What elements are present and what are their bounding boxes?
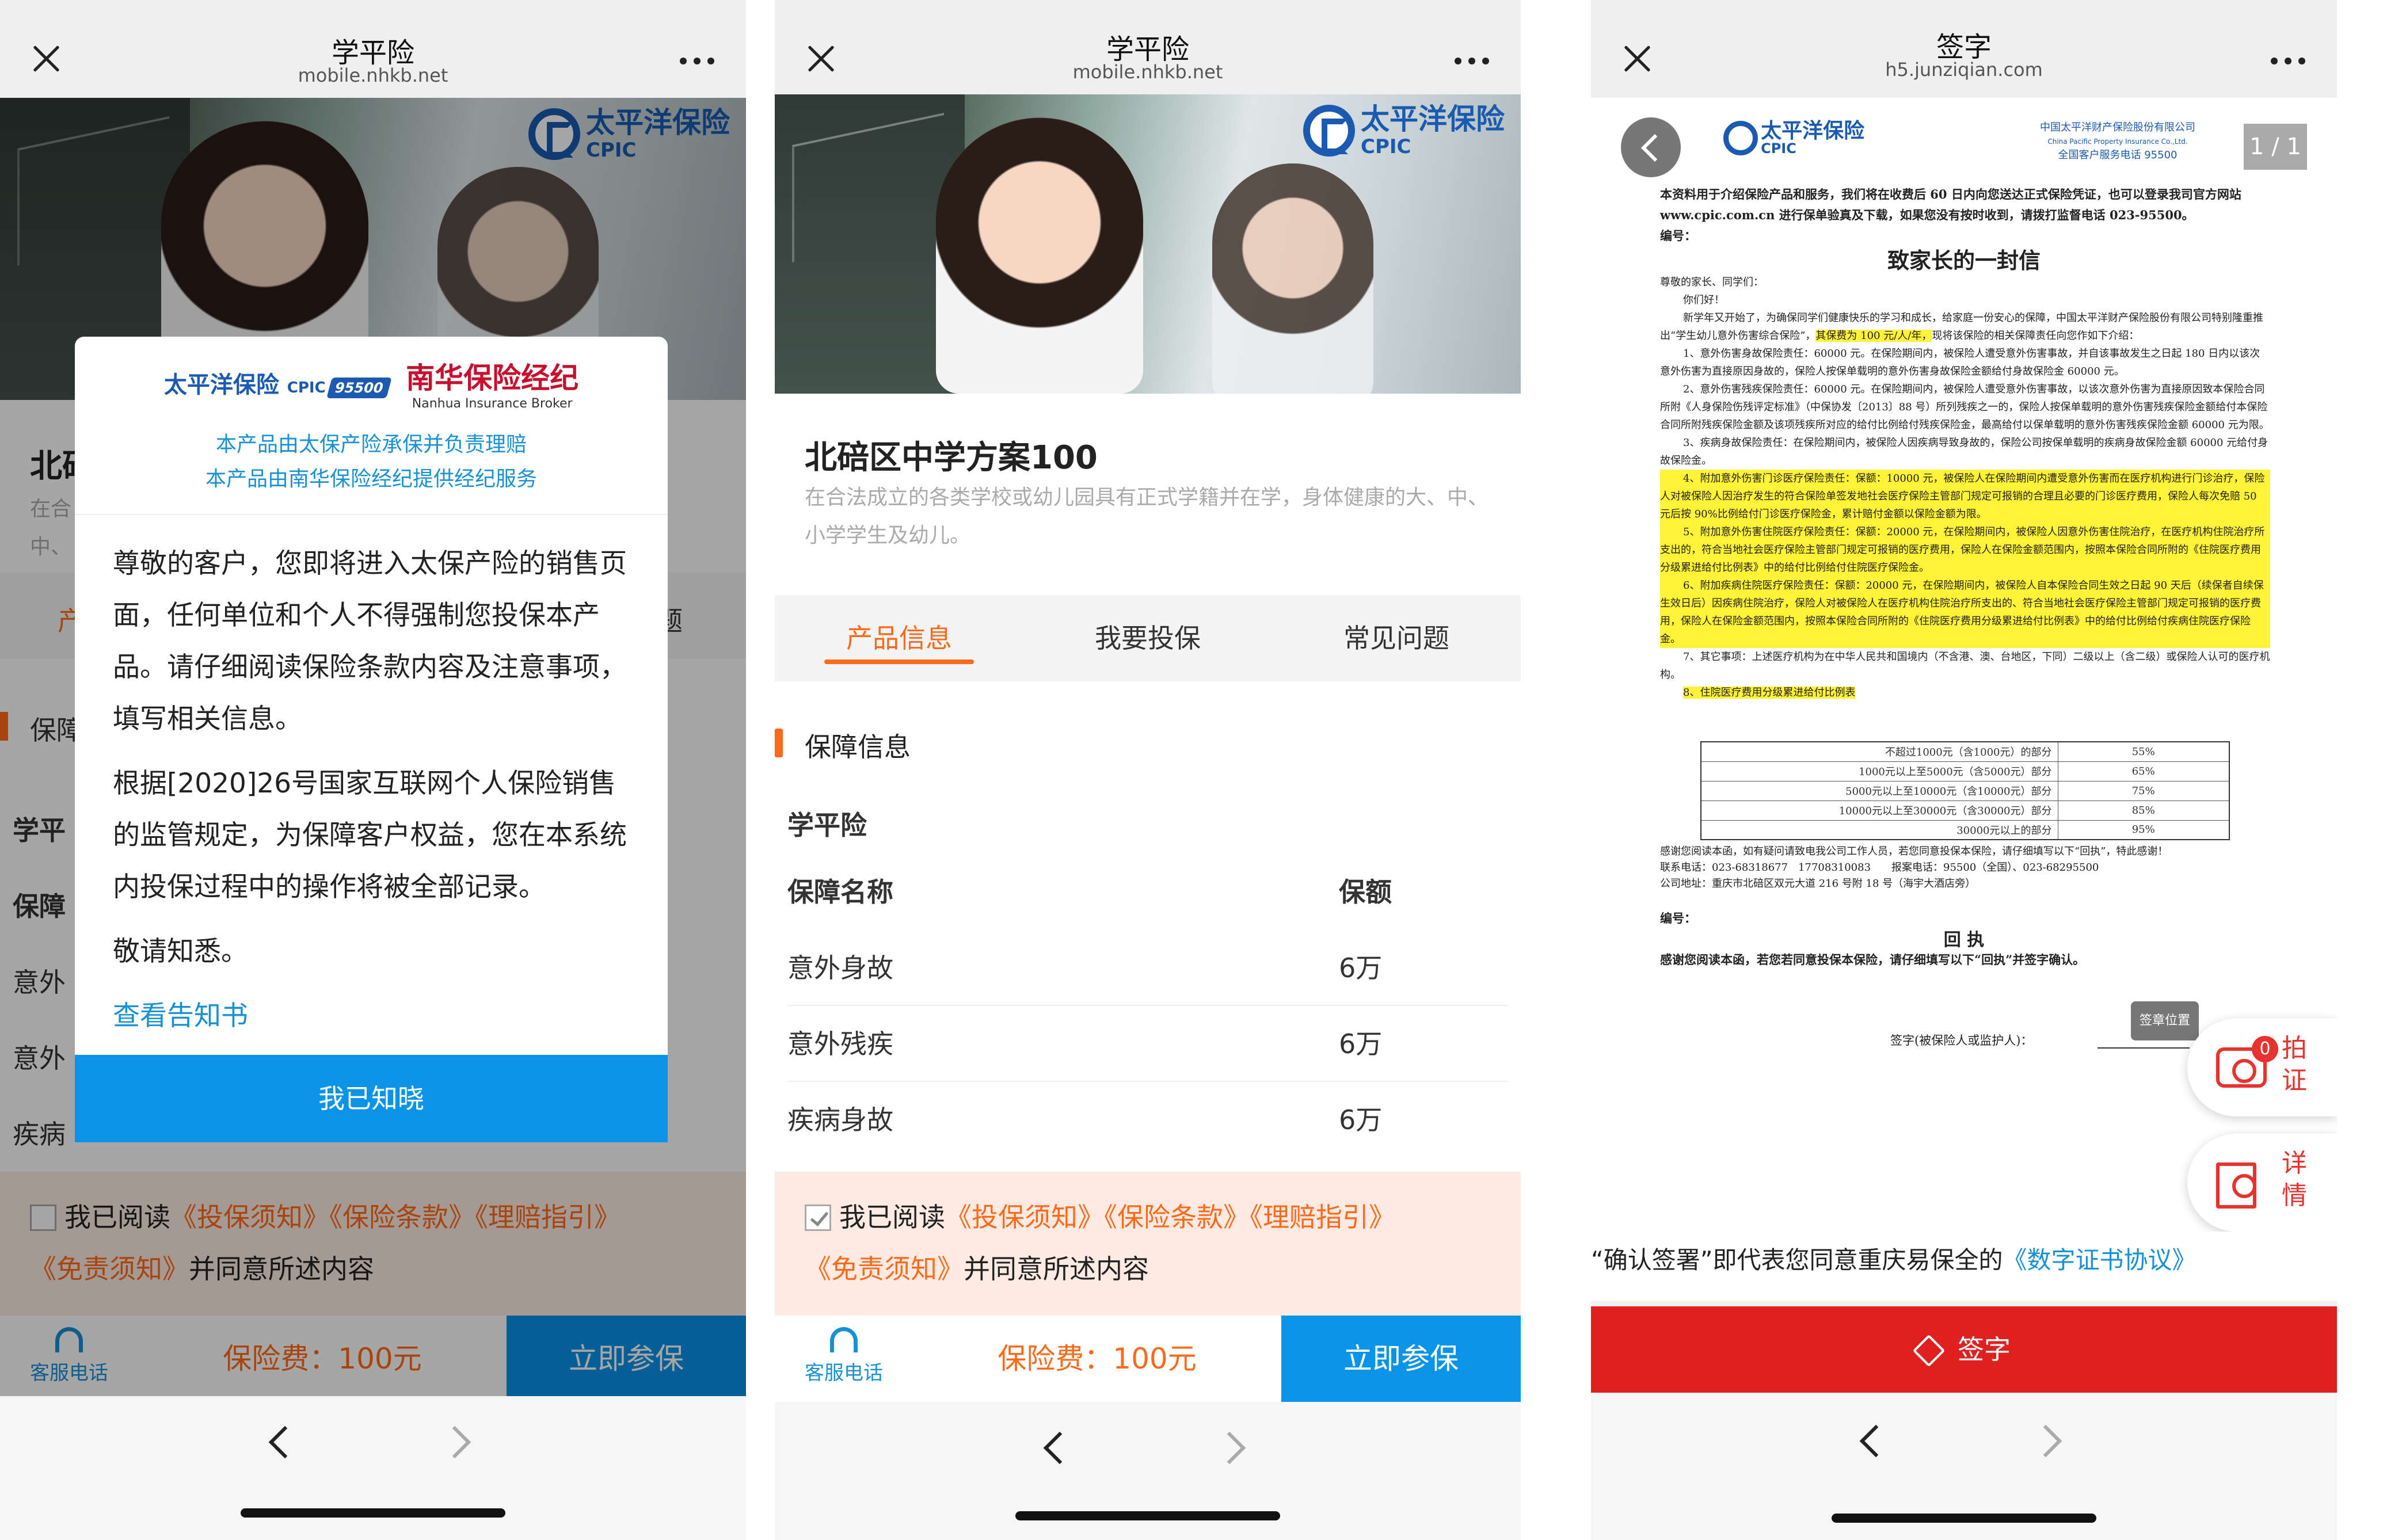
phone-screen-2: 学平险 mobile.nhkb.net 太平洋保险 CPIC 北碚区中学方案100…: [775, 0, 1521, 1540]
certificate-notice: “确认签署”即代表您同意重庆易保全的《数字证书协议》: [1591, 1232, 2337, 1301]
back-icon[interactable]: [1621, 117, 1681, 177]
section-header: 保障信息: [775, 704, 1521, 779]
pen-icon: [1912, 1334, 1946, 1367]
brand-name: 太平洋保险: [1361, 102, 1505, 136]
section-marker: [775, 729, 783, 757]
photo-id-button[interactable]: 0 拍证: [2187, 1019, 2337, 1116]
view-notice-link[interactable]: 查看告知书: [113, 990, 630, 1042]
agree-checkbox[interactable]: [805, 1204, 831, 1231]
signature-label: 签字(被保险人或监护人)：: [1890, 1034, 2033, 1047]
student-image-2: [1212, 163, 1373, 394]
product-desc: 在合法成立的各类学校或幼儿园具有正式学籍并在学，身体健康的大、中、小学学生及幼儿…: [805, 486, 1489, 547]
acknowledge-button[interactable]: 我已知晓: [75, 1055, 668, 1142]
table-row: 30000元以上的部分 95%: [1700, 819, 2230, 840]
certificate-agreement-link[interactable]: 《数字证书协议》: [2003, 1246, 2197, 1274]
document-search-icon: [2216, 1162, 2256, 1209]
signature-line: [2098, 1047, 2190, 1049]
letter-title: 致家长的一封信: [1887, 248, 2041, 273]
details-button[interactable]: 详情: [2187, 1134, 2337, 1232]
browser-nav: [1591, 1393, 2337, 1540]
notice-paragraph: 根据[2020]26号国家互联网个人保险销售的监管规定，为保障客户权益，您在本系…: [113, 768, 627, 903]
broker-note: 本产品由南华保险经纪提供经纪服务: [205, 467, 537, 491]
page-url: mobile.nhkb.net: [298, 64, 448, 86]
plan-name: 学平险: [787, 810, 867, 841]
link-notice[interactable]: 《投保须知》: [945, 1202, 1104, 1233]
brand-name-en: CPIC: [1361, 135, 1411, 158]
document-viewer: 1 / 1 太平洋保险 CPIC 中国太平洋财产保险股份有限公司 China Pa…: [1591, 98, 2337, 1301]
page-url: mobile.nhkb.net: [1072, 61, 1223, 83]
back-icon[interactable]: [1043, 1431, 1076, 1465]
title-bar: 签字 h5.junziqian.com: [1591, 0, 2337, 98]
page-content: 北碚区中学方案100 在合法成立的各类学校或幼儿园具有正式学籍并在学，身体健康的…: [775, 394, 1521, 1172]
table-row: 疾病身故 6万: [787, 1104, 1383, 1135]
browser-nav: [0, 1396, 746, 1540]
title-bar: 学平险 mobile.nhkb.net: [0, 0, 746, 98]
browser-nav: [775, 1402, 1521, 1540]
underwriter-note: 本产品由太保产险承保并负责理赔: [215, 433, 527, 456]
tab-product-info[interactable]: 产品信息: [775, 595, 1023, 681]
company-header: 中国太平洋财产保险股份有限公司 China Pacific Property I…: [2040, 121, 2195, 161]
phone-screen-3: 签字 h5.junziqian.com 1 / 1 太平洋保险 CPIC 中国太平…: [1591, 0, 2337, 1540]
tab-enroll[interactable]: 我要投保: [1023, 595, 1272, 681]
link-claims[interactable]: 《理赔指引》: [1250, 1202, 1395, 1233]
forward-icon[interactable]: [438, 1425, 471, 1459]
agreement-bar: 我已阅读《投保须知》《保险条款》《理赔指引》 《免责须知》并同意所述内容: [775, 1172, 1521, 1316]
more-icon[interactable]: [2271, 58, 2305, 64]
page-indicator: 1 / 1: [2244, 124, 2307, 170]
link-terms[interactable]: 《保险条款》: [1104, 1202, 1250, 1233]
cpic-logo: 太平洋保险 CPIC: [1303, 105, 1505, 157]
sign-button[interactable]: 签字: [1591, 1306, 2337, 1393]
more-icon[interactable]: [1455, 58, 1489, 64]
forward-icon[interactable]: [1213, 1431, 1246, 1465]
notice-paragraph: 敬请知悉。: [113, 936, 248, 967]
product-title: 北碚区中学方案100: [805, 439, 1098, 477]
table-row: 5000元以上至10000元（含10000元）部分 75%: [1700, 780, 2230, 801]
table-row: 10000元以上至30000元（含30000元）部分 85%: [1700, 800, 2230, 821]
cpic-logo: 太平洋保险 CPIC 95500: [164, 366, 391, 399]
purchase-bar: 客服电话 保险费：100元 立即参保: [775, 1316, 1521, 1402]
student-image: [936, 117, 1143, 394]
phone-screen-1: 学平险 mobile.nhkb.net 太平洋保险 CPIC 北碚 在合 中、 产…: [0, 0, 746, 1540]
tab-faq[interactable]: 常见问题: [1272, 595, 1521, 681]
home-indicator: [241, 1508, 505, 1518]
cpic-logo-icon: [1303, 105, 1355, 157]
cpic-logo: 太平洋保险 CPIC: [1723, 121, 1864, 155]
letter-body: 尊敬的家长、同学们： 你们好！ 新学年又开始了，为确保同学们健康快乐的学习和成长…: [1660, 276, 2270, 699]
enroll-button[interactable]: 立即参保: [1281, 1316, 1521, 1402]
forward-icon[interactable]: [2029, 1424, 2062, 1458]
section-title: 保障信息: [805, 731, 911, 763]
title-bar: 学平险 mobile.nhkb.net: [775, 0, 1521, 98]
more-icon[interactable]: [680, 58, 714, 64]
table-row: 意外身故 6万: [787, 930, 1508, 1006]
home-indicator: [1832, 1514, 2096, 1523]
receipt-text: 感谢您阅读本函，若您若同意投保本保险，请仔细填写以下“回执”并签字确认。: [1660, 952, 2085, 967]
doc-intro: 本资料用于介绍保险产品和服务，我们将在收费后 60 日内向您送达正式保险凭证，也…: [1660, 187, 2241, 222]
back-icon[interactable]: [268, 1425, 302, 1459]
customer-service-button[interactable]: 客服电话: [775, 1316, 913, 1402]
page-url: h5.junziqian.com: [1885, 59, 2043, 81]
count-badge: 0: [2252, 1036, 2278, 1062]
headset-icon: [830, 1327, 858, 1352]
home-indicator: [1015, 1511, 1280, 1520]
cpic-logo-icon: [1723, 121, 1758, 155]
ratio-table: 不超过1000元（含1000元）的部分 55% 1000元以上至5000元（含50…: [1700, 741, 2230, 840]
receipt-title: 回 执: [1943, 930, 1985, 950]
back-icon[interactable]: [1859, 1424, 1893, 1458]
coverage-table: 学平险 保障名称 保额 意外身故 6万 意外残疾 6万 疾病身故 6万: [775, 796, 1521, 1165]
premium-label: 保险费：100元: [913, 1316, 1281, 1402]
hero-banner: 太平洋保险 CPIC: [775, 94, 1521, 394]
table-header: 保障名称 保额: [787, 876, 1392, 908]
table-row: 不超过1000元（含1000元）的部分 55%: [1700, 741, 2230, 762]
table-row: 1000元以上至5000元（含5000元）部分 65%: [1700, 761, 2230, 782]
notice-paragraph: 尊敬的客户，您即将进入太保产险的销售页面，任何单位和个人不得强制您投保本产品。请…: [113, 548, 627, 735]
table-row: 意外残疾 6万: [787, 1006, 1508, 1082]
tab-bar: 产品信息 我要投保 常见问题: [775, 595, 1521, 681]
contact-info: 感谢您阅读本函，如有疑问请致电我公司工作人员，若您同意投保本保险，请仔细填写以下…: [1660, 845, 2168, 890]
notice-dialog: 太平洋保险 CPIC 95500 南华保险经纪 Nanhua Insurance B…: [75, 337, 668, 1142]
signature-slot[interactable]: 签章位置: [2131, 1001, 2199, 1040]
nanhua-logo: 南华保险经纪 Nanhua Insurance Broker: [406, 361, 579, 411]
link-exemption[interactable]: 《免责须知》: [805, 1253, 964, 1284]
